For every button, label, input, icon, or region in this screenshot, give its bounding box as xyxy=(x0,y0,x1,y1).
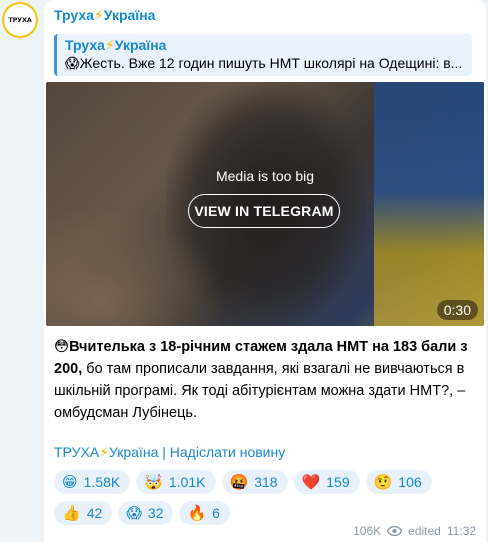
reaction-raised-eyebrow[interactable]: 🤨 106 xyxy=(365,470,432,494)
lightning-icon: ⚡ xyxy=(104,37,115,53)
eye-icon xyxy=(387,526,403,536)
reaction-count: 318 xyxy=(254,474,278,490)
footer-link-part2: Україна | Надіслати новину xyxy=(109,444,286,460)
reaction-count: 1.01K xyxy=(168,474,206,490)
reaction-count: 6 xyxy=(212,505,220,521)
edited-label: edited xyxy=(408,524,441,538)
reaction-mind-blown[interactable]: 🤯 1.01K xyxy=(136,470,216,494)
reply-author-part1: Труха xyxy=(65,37,105,53)
avatar-logo-text: ТРУХА xyxy=(4,4,36,36)
message-meta: 106K edited 11:32 xyxy=(353,524,476,538)
lightning-icon: ⚡ xyxy=(99,444,109,460)
channel-name[interactable]: Труха⚡Україна xyxy=(54,6,476,28)
lightning-icon: ⚡ xyxy=(93,7,104,23)
footer-link[interactable]: ТРУХА⚡Україна | Надіслати новину xyxy=(54,442,476,462)
reaction-heart[interactable]: ❤️ 159 xyxy=(293,470,360,494)
scream-emoji-icon: 😱 xyxy=(126,503,142,522)
post-text: 😳Вчителька з 18-річним стажем здала НМТ … xyxy=(54,336,474,424)
mind-blown-emoji-icon: 🤯 xyxy=(144,472,163,491)
reply-author-part2: Україна xyxy=(114,37,167,53)
video-duration: 0:30 xyxy=(436,300,478,320)
reactions-bar: 😁 1.58K 🤯 1.01K 🤬 318 ❤️ 159 🤨 106 👍 42 😱 32 🔥 6 xyxy=(54,470,484,525)
channel-name-part2: Україна xyxy=(103,7,156,23)
reaction-thumbs-up[interactable]: 👍 42 xyxy=(54,501,113,525)
cursing-emoji-icon: 🤬 xyxy=(229,472,249,491)
reaction-count: 106 xyxy=(398,474,422,490)
raised-eyebrow-emoji-icon: 🤨 xyxy=(373,472,393,491)
grin-emoji-icon: 😁 xyxy=(62,472,78,491)
heart-emoji-icon: ❤️ xyxy=(301,472,321,491)
message-time: 11:32 xyxy=(446,524,476,538)
reaction-count: 1.58K xyxy=(83,474,121,490)
view-count: 106K xyxy=(353,524,382,538)
video-media[interactable]: Media is too big VIEW IN TELEGRAM 0:30 xyxy=(46,82,484,326)
reaction-scream[interactable]: 😱 32 xyxy=(118,501,174,525)
media-too-big-message: Media is too big xyxy=(215,168,315,184)
channel-name-part1: Труха xyxy=(54,7,94,23)
post-text-body: бо там прописали завдання, які взагалі н… xyxy=(54,361,466,421)
reply-preview[interactable]: Труха⚡Україна 😱Жесть. Вже 12 годин пишут… xyxy=(54,34,472,76)
reaction-grin[interactable]: 😁 1.58K xyxy=(54,470,131,494)
view-in-telegram-button[interactable]: VIEW IN TELEGRAM xyxy=(188,194,340,228)
reaction-count: 32 xyxy=(147,505,164,521)
reaction-count: 159 xyxy=(326,474,350,490)
reply-author: Труха⚡Україна xyxy=(65,37,464,54)
channel-avatar[interactable]: ТРУХА xyxy=(2,2,38,38)
reaction-cursing[interactable]: 🤬 318 xyxy=(221,470,288,494)
reaction-fire[interactable]: 🔥 6 xyxy=(179,501,230,525)
footer-link-part1: ТРУХА xyxy=(54,444,100,460)
reaction-count: 42 xyxy=(86,505,103,521)
reply-text: 😱Жесть. Вже 12 годин пишуть НМТ школярі … xyxy=(65,55,463,71)
message-bubble: Труха⚡Україна Труха⚡Україна 😱Жесть. Вже … xyxy=(44,0,486,542)
fire-emoji-icon: 🔥 xyxy=(187,503,207,522)
thumbs-up-emoji-icon: 👍 xyxy=(62,503,81,522)
